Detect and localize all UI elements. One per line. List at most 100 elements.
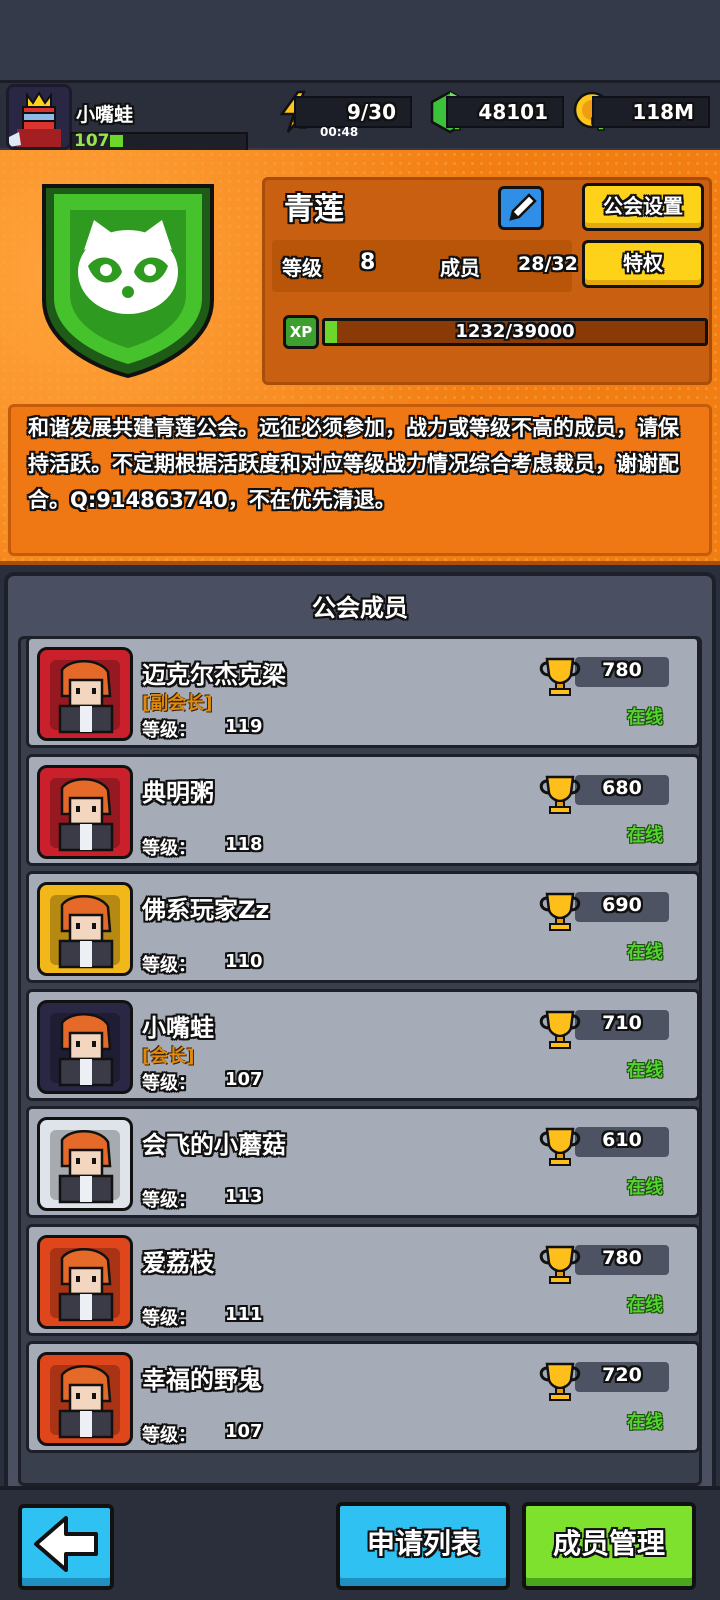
guild-name: 青莲 — [284, 192, 344, 227]
member-trophies: 680 — [602, 776, 642, 799]
gems-counter: 48101 — [446, 96, 564, 128]
guild-xp-text: 1232/39000 — [455, 321, 575, 342]
trophy-icon — [539, 1245, 581, 1284]
member-avatar[interactable] — [37, 1117, 133, 1211]
player-xp-fill — [110, 135, 123, 147]
member-row[interactable]: 小嘴蛙 [会长] 等级： 107 710 在线 — [26, 988, 699, 1101]
member-name: 爱荔枝 — [142, 1248, 214, 1277]
member-status: 在线 — [627, 1177, 663, 1198]
trophy-icon — [539, 1010, 581, 1049]
application-list-button[interactable]: 申请列表 — [336, 1502, 510, 1590]
member-row[interactable]: 迈克尔杰克梁 [副会长] 等级： 119 780 在线 — [26, 639, 699, 748]
member-name: 佛系玩家Zz — [142, 896, 270, 924]
character-portrait-icon — [50, 1130, 120, 1204]
guild-level-label: 等级 — [282, 256, 322, 280]
coins-counter: 118M — [592, 96, 710, 128]
character-portrait-icon — [50, 1012, 120, 1086]
xp-badge-icon: XP — [283, 315, 319, 349]
member-name: 小嘴蛙 — [142, 1013, 214, 1042]
member-level: 110 — [225, 951, 263, 972]
player-avatar-icon — [9, 87, 69, 147]
member-trophies: 720 — [602, 1364, 642, 1386]
player-avatar[interactable] — [6, 84, 72, 150]
energy-value: 9/30 — [346, 100, 396, 124]
member-level: 113 — [225, 1186, 263, 1207]
member-level-label: 等级： — [142, 1190, 196, 1211]
guild-emblem-raccoon-icon[interactable] — [36, 180, 220, 380]
member-name: 迈克尔杰克梁 — [142, 661, 286, 689]
gems-value: 48101 — [478, 100, 548, 124]
member-avatar[interactable] — [37, 882, 133, 976]
guild-xp-bar: 1232/39000 — [322, 318, 708, 346]
member-level: 111 — [225, 1303, 263, 1325]
member-row[interactable]: 爱荔枝 等级： 111 780 在线 — [26, 1223, 699, 1336]
arrow-left-icon — [34, 1516, 98, 1572]
member-row[interactable]: 会飞的小蘑菇等级： 113 610 在线 — [26, 1106, 699, 1218]
member-row[interactable]: 佛系玩家Zz 等级： 110 690 在线 — [26, 871, 699, 983]
member-status: 在线 — [627, 824, 663, 846]
member-trophies: 710 — [602, 1011, 642, 1034]
member-level: 118 — [225, 833, 263, 855]
back-button[interactable] — [18, 1504, 114, 1590]
trophy-count-box: 780 — [575, 657, 669, 687]
member-status: 在线 — [627, 1059, 663, 1081]
guild-settings-button[interactable]: 公会设置 — [582, 183, 704, 231]
member-status: 在线 — [627, 707, 663, 728]
member-avatar[interactable] — [37, 764, 133, 859]
edit-guild-button[interactable] — [498, 186, 544, 230]
member-level-label: 等级： — [142, 955, 196, 976]
member-avatar[interactable] — [37, 1352, 133, 1446]
member-trophies: 780 — [602, 1246, 642, 1269]
member-status: 在线 — [627, 942, 663, 963]
members-list[interactable]: 迈克尔杰克梁 [副会长] 等级： 119 780 在线 典明粥 等级： 118 680 在线 佛系玩家… — [18, 636, 702, 1486]
player-level: 107 — [74, 131, 110, 151]
guild-member-count: 28/32 — [518, 253, 578, 275]
coins-value: 118M — [632, 100, 694, 124]
trophy-icon — [539, 1127, 581, 1166]
member-trophies: 780 — [602, 659, 642, 681]
trophy-icon — [539, 892, 581, 931]
character-portrait-icon — [50, 895, 120, 969]
member-role: [副会长] — [142, 693, 213, 714]
trophy-count-box: 680 — [575, 774, 669, 805]
guild-member-label: 成员 — [440, 256, 480, 280]
trophy-icon — [539, 775, 581, 814]
member-level-label: 等级： — [142, 720, 196, 741]
member-trophies: 610 — [602, 1129, 642, 1151]
member-avatar[interactable] — [37, 647, 133, 741]
member-avatar[interactable] — [37, 999, 133, 1094]
member-row[interactable]: 幸福的野鬼等级： 107 720 在线 — [26, 1341, 699, 1453]
member-trophies: 690 — [602, 894, 642, 916]
energy-counter: 9/30 — [294, 96, 412, 128]
trophy-count-box: 720 — [575, 1362, 669, 1392]
trophy-count-box: 780 — [575, 1244, 669, 1275]
member-level: 107 — [225, 1421, 263, 1442]
member-name: 幸福的野鬼 — [142, 1366, 262, 1394]
energy-timer: 00:48 — [320, 125, 359, 139]
member-row[interactable]: 典明粥等级： 118 680 在线 — [26, 753, 699, 866]
member-level: 107 — [225, 1068, 263, 1090]
trophy-count-box: 610 — [575, 1127, 669, 1157]
member-name: 典明粥 — [142, 778, 214, 807]
trophy-icon — [539, 657, 581, 696]
trophy-count-box: 690 — [575, 892, 669, 922]
character-portrait-icon — [50, 660, 120, 734]
member-management-button[interactable]: 成员管理 — [522, 1502, 696, 1590]
member-level: 119 — [225, 716, 263, 737]
trophy-icon — [539, 1362, 581, 1401]
member-level-label: 等级： — [142, 1072, 196, 1094]
member-level-label: 等级： — [142, 1307, 196, 1329]
character-portrait-icon — [50, 777, 120, 851]
player-name: 小嘴蛙 — [76, 104, 134, 126]
member-name: 会飞的小蘑菇 — [142, 1131, 286, 1159]
guild-privilege-button[interactable]: 特权 — [582, 240, 704, 288]
member-level-label: 等级： — [142, 837, 196, 859]
guild-description: 和谐发展共建青莲公会。远征必须参加，战力或等级不高的成员，请保持活跃。不定期根据… — [28, 416, 679, 512]
guild-level-value: 8 — [360, 250, 376, 275]
character-portrait-icon — [50, 1365, 120, 1439]
character-portrait-icon — [50, 1247, 120, 1321]
member-level-label: 等级： — [142, 1425, 196, 1446]
member-avatar[interactable] — [37, 1234, 133, 1329]
member-status: 在线 — [627, 1412, 663, 1433]
trophy-count-box: 710 — [575, 1009, 669, 1040]
